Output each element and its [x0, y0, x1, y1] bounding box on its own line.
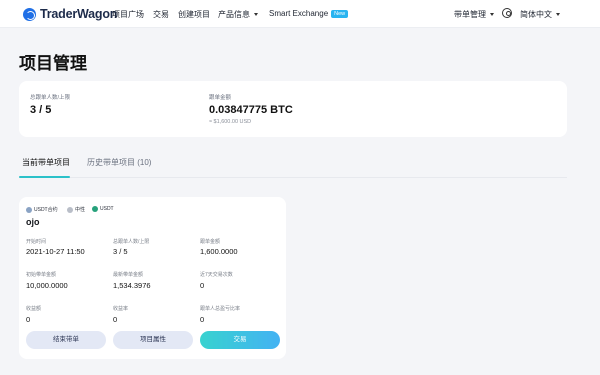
- tab-active-indicator: [19, 176, 70, 178]
- field-value: 0: [113, 315, 118, 324]
- nav-item-project-square[interactable]: 项目广场: [112, 9, 144, 20]
- field-value: 0: [200, 281, 205, 290]
- project-card: USDT合约 中性 USDT ojo 开始时间 2021-10-27 11:50…: [19, 197, 286, 359]
- field-label: 收益额: [26, 306, 42, 312]
- chevron-down-icon: [556, 13, 560, 16]
- tab-current-projects[interactable]: 当前带单项目: [22, 157, 70, 168]
- tag-label: 中性: [75, 207, 86, 213]
- traderwagon-logo-icon: [23, 7, 36, 21]
- brand-logo[interactable]: TraderWagon: [23, 7, 117, 21]
- project-name: ojo: [26, 217, 40, 227]
- futures-icon: [26, 206, 32, 213]
- project-props-button[interactable]: 项目属性: [113, 331, 193, 349]
- field-value: 3 / 5: [113, 247, 128, 256]
- user-account-icon[interactable]: [502, 8, 512, 18]
- field-label: 开始时间: [26, 239, 47, 245]
- field-value: 1,534.3976: [113, 281, 151, 290]
- product-info-label: 产品信息: [218, 10, 250, 19]
- follow-amount-value: 0.03847775 BTC: [209, 104, 293, 116]
- trade-button[interactable]: 交易: [200, 331, 280, 349]
- new-badge: New: [331, 10, 349, 18]
- nav-item-product-info[interactable]: 产品信息: [218, 9, 258, 20]
- nav-item-create-project[interactable]: 创建项目: [178, 9, 210, 20]
- field-value: 10,000.0000: [26, 281, 68, 290]
- field-value: 0: [200, 315, 205, 324]
- tag-usdt-futures: USDT合约: [26, 206, 58, 213]
- field-label: 总跟单人数/上限: [113, 239, 150, 245]
- total-followers-value: 3 / 5: [30, 104, 52, 116]
- usdt-icon: [92, 206, 98, 212]
- field-label: 初始带单金额: [26, 272, 57, 278]
- end-trade-button[interactable]: 结束带单: [26, 331, 106, 349]
- top-nav: TraderWagon 项目广场 交易 创建项目 产品信息 Smart Exch…: [0, 0, 600, 28]
- language-selector[interactable]: 简体中文: [520, 9, 560, 20]
- field-label: 跟单金额: [200, 239, 221, 245]
- neutral-icon: [67, 206, 73, 213]
- field-label: 最新带单金额: [113, 272, 144, 278]
- nav-item-smart-exchange[interactable]: Smart Exchange New: [269, 9, 349, 18]
- tag-label: USDT: [100, 206, 114, 212]
- nav-item-trade[interactable]: 交易: [153, 9, 169, 20]
- smart-exchange-label: Smart Exchange: [269, 9, 329, 18]
- chevron-down-icon: [490, 13, 494, 16]
- total-followers-label: 总跟单人数/上限: [30, 95, 71, 101]
- tag-neutral: 中性: [67, 206, 85, 213]
- tab-divider: [19, 177, 567, 178]
- field-value: 2021-10-27 11:50: [26, 247, 85, 256]
- tab-history-projects[interactable]: 历史带单项目 (10): [87, 157, 151, 168]
- field-value: 0: [26, 315, 31, 324]
- tag-label: USDT合约: [34, 207, 58, 213]
- tag-usdt: USDT: [92, 206, 114, 212]
- nav-item-trade-manage[interactable]: 带单管理: [454, 9, 494, 20]
- page-title: 项目管理: [19, 54, 87, 73]
- language-label: 简体中文: [520, 10, 552, 19]
- brand-name: TraderWagon: [40, 7, 118, 21]
- follow-amount-usd: ≈ $1,600.00 USD: [209, 119, 252, 125]
- follow-amount-label: 跟单金额: [209, 95, 232, 101]
- field-label: 近7天交易次数: [200, 272, 233, 278]
- trade-manage-label: 带单管理: [454, 10, 486, 19]
- field-label: 跟单人总盈亏比率: [200, 306, 241, 312]
- summary-card: 总跟单人数/上限 3 / 5 跟单金额 0.03847775 BTC ≈ $1,…: [19, 81, 567, 137]
- field-value: 1,600.0000: [200, 247, 238, 256]
- chevron-down-icon: [254, 13, 258, 16]
- field-label: 收益率: [113, 306, 129, 312]
